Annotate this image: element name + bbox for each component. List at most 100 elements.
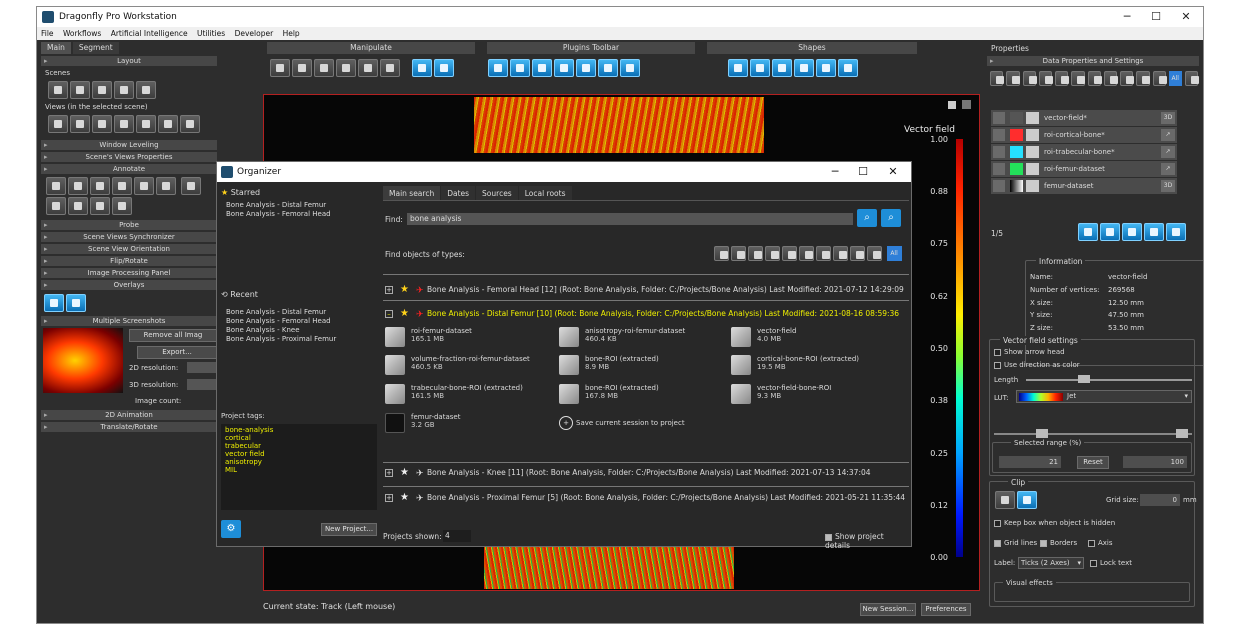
clip-box-icon[interactable]	[995, 491, 1015, 509]
star-icon[interactable]: ★	[400, 491, 409, 505]
filter-1-icon[interactable]	[990, 71, 1005, 86]
view-1-icon[interactable]	[48, 115, 68, 133]
recent-item[interactable]: Bone Analysis - Distal Femur	[226, 308, 336, 317]
type-all-button[interactable]: All	[886, 246, 902, 261]
menu-workflows[interactable]: Workflows	[63, 29, 101, 38]
expand-toggle[interactable]: +	[385, 494, 393, 502]
plugin-1-icon[interactable]	[488, 59, 508, 77]
annotate-line-icon[interactable]	[156, 177, 176, 195]
show-details-checkbox[interactable]	[825, 533, 832, 541]
grid-size-input[interactable]: 0	[1140, 494, 1180, 506]
layer-color-swatch[interactable]	[1010, 112, 1023, 124]
project-object[interactable]: vector-field-bone-ROI 9.3 MB	[731, 384, 901, 406]
annotate-rectangle-icon[interactable]	[180, 177, 201, 195]
view-maximize-icon[interactable]	[962, 100, 971, 109]
annotate-section[interactable]: Annotate	[41, 164, 217, 174]
cube-icon[interactable]	[314, 59, 334, 77]
layout-section[interactable]: Layout	[41, 56, 217, 66]
scene-3-icon[interactable]	[92, 81, 112, 99]
plugin-2-icon[interactable]	[510, 59, 530, 77]
layer-view-mode[interactable]: ↗	[1161, 146, 1175, 158]
length-slider[interactable]	[1026, 379, 1192, 381]
sync-section[interactable]: Scene Views Synchronizer	[41, 232, 217, 242]
scene-4-icon[interactable]	[114, 81, 134, 99]
annotate-ring-icon[interactable]	[68, 197, 88, 215]
menu-help[interactable]: Help	[283, 29, 300, 38]
scene-views-properties-section[interactable]: Scene's Views Properties	[41, 152, 217, 162]
organizer-maximize-button[interactable]: ☐	[849, 162, 877, 182]
visibility-icon[interactable]	[993, 129, 1005, 141]
project-entry[interactable]: + ★ ✈ Bone Analysis - Proximal Femur [5] (R…	[383, 491, 909, 505]
filter-5-icon[interactable]	[1055, 71, 1070, 86]
flip-section[interactable]: Flip/Rotate	[41, 256, 217, 266]
animation-2d-section[interactable]: 2D Animation	[41, 410, 217, 420]
project-object[interactable]: anisotropy-roi-femur-dataset 460.4 KB	[559, 327, 729, 349]
annotate-ruler-icon[interactable]	[68, 177, 88, 195]
filter-3-icon[interactable]	[1022, 71, 1037, 86]
range-slider[interactable]	[994, 433, 1192, 435]
keep-box-checkbox[interactable]	[994, 519, 1001, 527]
visual-effects-group[interactable]: Visual effects	[994, 579, 1190, 602]
layer-row[interactable]: vector-field* 3D	[991, 110, 1177, 126]
orientation-section[interactable]: Scene View Orientation	[41, 244, 217, 254]
layer-color-swatch[interactable]	[1010, 129, 1023, 141]
type-4-icon[interactable]	[765, 246, 780, 261]
multiple-screenshots-section[interactable]: Multiple Screenshots	[41, 316, 217, 326]
visibility-icon[interactable]	[993, 146, 1005, 158]
image-overlay-icon[interactable]	[44, 294, 64, 312]
project-object[interactable]: bone-ROI (extracted) 8.9 MB	[559, 355, 729, 377]
organizer-close-button[interactable]: ✕	[879, 162, 907, 182]
range-reset-button[interactable]: Reset	[1077, 456, 1109, 469]
translate-rotate-section[interactable]: Translate/Rotate	[41, 422, 217, 432]
tag-item[interactable]: cortical	[225, 434, 373, 442]
project-tags-list[interactable]: bone-analysis cortical trabecular vector…	[221, 424, 377, 510]
type-5-icon[interactable]	[782, 246, 797, 261]
rotate-3d-icon[interactable]	[358, 59, 378, 77]
direction-color-checkbox[interactable]	[994, 361, 1001, 369]
scene-5-icon[interactable]	[136, 81, 156, 99]
collapse-toggle[interactable]: –	[385, 310, 393, 318]
new-project-button[interactable]: New Project...	[321, 523, 377, 536]
fit-view-icon[interactable]	[411, 59, 432, 77]
filter-4-icon[interactable]	[1038, 71, 1054, 86]
project-object[interactable]: vector-field 4.0 MB	[731, 327, 901, 349]
screenshot-thumbnail[interactable]	[43, 328, 123, 393]
pan-icon[interactable]	[270, 59, 290, 77]
project-object[interactable]: volume-fraction-roi-femur-dataset 460.5 K…	[385, 355, 555, 377]
remove-all-images-button[interactable]: Remove all Imag	[129, 329, 217, 342]
filter-2-icon[interactable]	[1006, 71, 1021, 86]
project-object[interactable]: cortical-bone-ROI (extracted) 19.5 MB	[731, 355, 901, 377]
type-8-icon[interactable]	[833, 246, 848, 261]
visibility-icon[interactable]	[993, 163, 1005, 175]
text-overlay-icon[interactable]	[66, 294, 86, 312]
save-object-icon[interactable]	[1144, 223, 1164, 241]
move-icon[interactable]	[292, 59, 312, 77]
annotate-caliper-icon[interactable]	[134, 177, 154, 195]
export-object-icon[interactable]	[1122, 223, 1142, 241]
starred-item[interactable]: Bone Analysis - Distal Femur	[226, 201, 377, 210]
filter-8-icon[interactable]	[1103, 71, 1119, 86]
menu-developer[interactable]: Developer	[235, 29, 274, 38]
filter-6-icon[interactable]	[1071, 71, 1086, 86]
image-processing-section[interactable]: Image Processing Panel	[41, 268, 217, 278]
view-6-icon[interactable]	[158, 115, 178, 133]
tag-item[interactable]: bone-analysis	[225, 426, 373, 434]
project-object[interactable]: trabecular-bone-ROI (extracted) 161.5 MB	[385, 384, 555, 406]
project-entry-expanded[interactable]: – ★ ✈ Bone Analysis - Distal Femur [10] (Ro…	[383, 307, 909, 321]
duplicate-icon[interactable]	[1078, 223, 1098, 241]
refresh-icon[interactable]	[433, 59, 454, 77]
filter-10-icon[interactable]	[1136, 71, 1151, 86]
length-slider-handle[interactable]	[1078, 375, 1090, 383]
annotate-circle-icon[interactable]	[46, 197, 66, 215]
type-1-icon[interactable]	[714, 246, 729, 261]
tab-dates[interactable]: Dates	[441, 186, 476, 200]
layer-view-mode[interactable]: ↗	[1161, 163, 1175, 175]
range-min-input[interactable]: 21	[999, 456, 1061, 468]
window-leveling-section[interactable]: Window Leveling	[41, 140, 217, 150]
search-input[interactable]: bone analysis	[407, 213, 853, 225]
layer-row[interactable]: roi-femur-dataset ↗	[991, 161, 1177, 177]
tab-sources[interactable]: Sources	[476, 186, 518, 200]
overlays-section[interactable]: Overlays	[41, 280, 217, 290]
menu-utilities[interactable]: Utilities	[197, 29, 225, 38]
tag-item[interactable]: vector field	[225, 450, 373, 458]
